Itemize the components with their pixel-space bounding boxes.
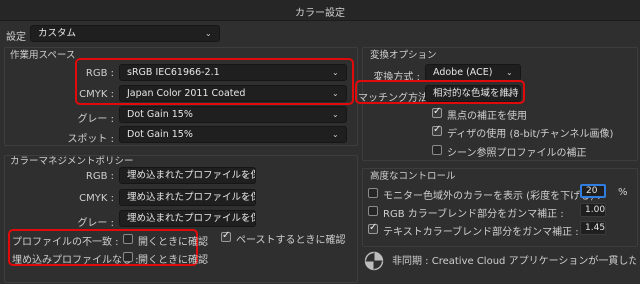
dither-checkbox[interactable]: ✓ [432,124,442,136]
chevron-down-icon: ⌄ [241,214,248,223]
cm-rgb-value: 埋め込まれたプロファイルを保持 [127,170,256,181]
cm-gray-label: グレー : [77,218,114,229]
checkmark-icon: ✓ [433,106,442,117]
advanced-title: 高度なコントロール [370,171,456,182]
title-bar: カラー設定 [0,0,640,21]
ws-spot-value: Dot Gain 15% [127,129,193,140]
conversion-title: 変換オプション [370,50,437,61]
paste-ask-checkbox[interactable]: ✓ [221,230,231,242]
cm-cmyk-label: CMYK : [79,193,114,204]
ws-gray-select[interactable]: Dot Gain 15% ⌄ [119,106,347,123]
rgb-blend-input[interactable]: 1.00 [580,203,606,217]
desaturate-unit: % [618,187,628,198]
rgb-blend-checkbox[interactable] [368,206,378,216]
text-blend-checkbox[interactable]: ✓ [368,222,378,234]
chevron-down-icon: ⌄ [241,193,248,202]
missing-profile-label: 埋め込みプロファイルなし : [12,255,139,266]
checkmark-icon: ✓ [433,124,442,135]
ws-spot-label: スポット : [67,134,114,145]
ws-gray-value: Dot Gain 15% [127,109,193,120]
chevron-down-icon: ⌄ [332,110,339,119]
cm-gray-value: 埋め込まれたプロファイルを保持 [127,213,256,224]
engine-value: Adobe (ACE) [433,67,493,78]
black-point-checkbox[interactable]: ✓ [432,106,442,118]
cm-gray-select[interactable]: 埋め込まれたプロファイルを保持 ⌄ [119,210,256,227]
cm-cmyk-value: 埋め込まれたプロファイルを保持 [127,192,256,203]
dither-label: ディザの使用 (8-bit/チャンネル画像) [447,129,614,140]
sync-status-icon [364,251,384,271]
desaturate-input[interactable]: 20 [580,184,606,198]
cm-rgb-select[interactable]: 埋め込まれたプロファイルを保持 ⌄ [119,167,256,184]
sync-status-text: 非同期 : Creative Cloud アプリケーションが一貫したカラー設定に… [392,256,636,267]
chevron-down-icon: ⌄ [241,171,248,180]
cm-rgb-label: RGB : [85,171,114,182]
missing-profile-checkbox[interactable] [123,252,133,262]
settings-label: 設定 : [6,32,33,43]
profile-mismatch-label: プロファイルの不一致 : [12,237,119,248]
checkmark-icon: ✓ [369,222,378,233]
engine-select[interactable]: Adobe (ACE) ⌄ [425,64,521,81]
scene-profile-checkbox[interactable] [432,145,442,155]
desaturate-label: モニター色域外のカラーを表示 (彩度を下げる) : [383,191,601,202]
checkmark-icon: ✓ [222,230,231,241]
rgb-cmyk-highlight [75,58,354,105]
ws-spot-select[interactable]: Dot Gain 15% ⌄ [119,126,347,143]
color-management-title: カラーマネジメントポリシー [10,156,134,167]
text-blend-input[interactable]: 1.45 [580,221,606,235]
black-point-label: 黒点の補正を使用 [447,111,527,122]
missing-profile-checkbox-label: 開くときに確認 [138,255,208,266]
intent-highlight [355,80,525,104]
ws-gray-label: グレー : [77,114,114,125]
desaturate-checkbox[interactable] [368,188,378,198]
window-title: カラー設定 [295,8,345,19]
chevron-down-icon: ⌄ [205,29,212,38]
text-blend-label: テキストカラーブレンド部分をガンマ補正 : [383,227,579,238]
rgb-blend-label: RGB カラーブレンド部分をガンマ補正 : [383,209,564,220]
paste-ask-label: ペーストするときに確認 [236,235,346,246]
cm-cmyk-select[interactable]: 埋め込まれたプロファイルを保持 ⌄ [119,189,256,206]
scene-profile-label: シーン参照プロファイルの補正 [447,148,587,159]
profile-mismatch-checkbox-label: 開くときに確認 [138,237,208,248]
chevron-down-icon: ⌄ [332,130,339,139]
settings-select[interactable]: カスタム ⌄ [30,25,220,42]
working-spaces-title: 作業用スペース [10,50,76,61]
chevron-down-icon: ⌄ [506,68,513,77]
settings-select-value: カスタム [38,28,77,39]
profile-mismatch-checkbox[interactable] [123,234,133,244]
